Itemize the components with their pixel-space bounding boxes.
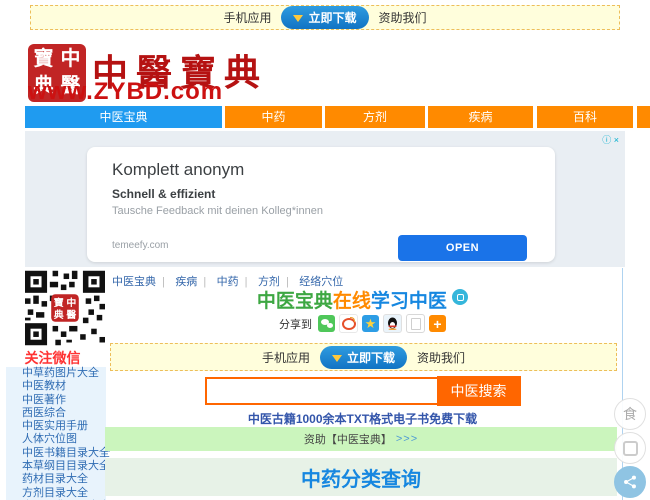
tab-fangji[interactable]: 方剂 (325, 106, 425, 128)
follow-wechat-label: 关注微信 (24, 350, 81, 366)
qq-icon[interactable] (383, 314, 402, 333)
download-now-button-2[interactable]: 立即下载 (319, 345, 407, 369)
tab-clipped[interactable] (637, 106, 650, 128)
donate-banner[interactable]: 资助【中医宝典】 >>> (105, 427, 617, 451)
donate-link-2[interactable]: 资助我们 (417, 349, 465, 366)
svg-text:醫: 醫 (66, 309, 76, 321)
donate-link[interactable]: 资助我们 (379, 9, 427, 26)
section-header-herb-classification: 中药分类查询 (105, 458, 617, 496)
page-title: 中医宝典在线学习中医 (108, 286, 617, 313)
app-badge-icon[interactable] (452, 289, 469, 305)
seal-char: 寶 (33, 48, 54, 70)
wechat-qr-code: 寶 中 典 醫 (25, 270, 105, 346)
tab-zhongyi-baodian[interactable]: 中医宝典 (25, 106, 222, 128)
svg-text:寶: 寶 (54, 296, 64, 309)
share-icon (624, 475, 636, 489)
ad-title: Komplett anonym (112, 160, 245, 179)
sidebar-item-herb-catalog[interactable]: 药材目录大全 (6, 473, 106, 486)
sidebar-item-herb-pictures[interactable]: 中草药图片大全 (6, 367, 106, 380)
sidebar-item-western-medicine[interactable]: 西医综合 (6, 407, 106, 420)
mobile-notice-bar: 手机应用 立即下载 资助我们 (110, 343, 617, 371)
search-input[interactable] (204, 377, 437, 405)
ad-subtitle: Schnell & effizient (112, 187, 216, 201)
sidebar-item-tcm-handbook[interactable]: 中医实用手册 (6, 420, 106, 433)
download-arrow-icon (331, 354, 342, 362)
section-title: 中药分类查询 (301, 468, 421, 491)
sidebar-item-bencao-catalog[interactable]: 本草纲目目录大全 (6, 460, 110, 473)
floating-qr-button[interactable] (614, 432, 646, 464)
wechat-icon[interactable] (318, 315, 335, 332)
ad-container: ⓘ × Komplett anonym Schnell & effizient … (25, 131, 625, 267)
share-label: 分享到 (279, 318, 312, 331)
search-button[interactable]: 中医搜索 (436, 376, 521, 406)
top-notice-bar: 手机应用 立即下载 资助我们 (30, 5, 620, 30)
weibo-icon[interactable] (339, 314, 358, 333)
tab-jibing[interactable]: 疾病 (428, 106, 533, 128)
sidebar-item-tcm-works[interactable]: 中医著作 (6, 394, 106, 407)
site-url: www.ZYBD.com (28, 78, 224, 105)
title-part-blue: 学习中医 (370, 291, 447, 312)
share-more-icon[interactable]: + (429, 315, 446, 332)
floating-share-button[interactable] (614, 466, 646, 498)
share-row: 分享到 ★ + (108, 314, 617, 333)
sidebar-item-book-catalog[interactable]: 中医书籍目录大全 (6, 447, 110, 460)
sidebar-item-acupoint-map[interactable]: 人体穴位图 (6, 433, 106, 446)
ad-close-icon[interactable]: × (614, 135, 619, 145)
floating-food-button[interactable]: 食 (614, 398, 646, 430)
qzone-icon[interactable]: ★ (362, 315, 379, 332)
sidebar-menu: 中草药图片大全 中医教材 中医著作 西医综合 中医实用手册 人体穴位图 中医书籍… (6, 367, 110, 500)
svg-text:中: 中 (66, 296, 76, 309)
sidebar-item-formula-catalog[interactable]: 方剂目录大全 (6, 487, 106, 500)
title-part-orange: 在线 (332, 291, 371, 312)
download-arrow-icon (293, 15, 304, 22)
tab-baike[interactable]: 百科 (537, 106, 633, 128)
page: 手机应用 立即下载 资助我们 寶 中 典 醫 中醫寶典 www.ZYBD.com… (0, 0, 650, 500)
mobile-app-link[interactable]: 手机应用 (223, 9, 271, 26)
ad-body: Tausche Feedback mit deinen Kolleg*innen (112, 205, 323, 217)
ad-card[interactable]: Komplett anonym Schnell & effizient Taus… (87, 147, 555, 262)
ad-choices: ⓘ × (602, 133, 619, 146)
donate-banner-arrows: >>> (395, 433, 419, 445)
download-now-button[interactable]: 立即下载 (281, 6, 369, 29)
ad-info-icon[interactable]: ⓘ (602, 135, 611, 145)
search-bar: 中医搜索 (108, 376, 617, 406)
ad-domain: temeefy.com (112, 240, 169, 251)
donate-banner-text: 资助【中医宝典】 (303, 434, 392, 446)
sidebar-item-tcm-textbooks[interactable]: 中医教材 (6, 380, 106, 393)
copy-icon[interactable] (406, 314, 425, 333)
seal-char: 中 (60, 48, 81, 70)
mobile-app-link-2[interactable]: 手机应用 (262, 349, 310, 366)
tab-zhongyao[interactable]: 中药 (225, 106, 322, 128)
content-divider (622, 268, 623, 500)
ebooks-download-link[interactable]: 中医古籍1000余本TXT格式电子书免费下载 (248, 412, 477, 426)
svg-text:典: 典 (54, 308, 64, 321)
ad-open-button[interactable]: OPEN (398, 235, 527, 261)
books-link-row: 中医古籍1000余本TXT格式电子书免费下载 (108, 410, 617, 428)
title-part-green: 中医宝典 (256, 291, 333, 312)
